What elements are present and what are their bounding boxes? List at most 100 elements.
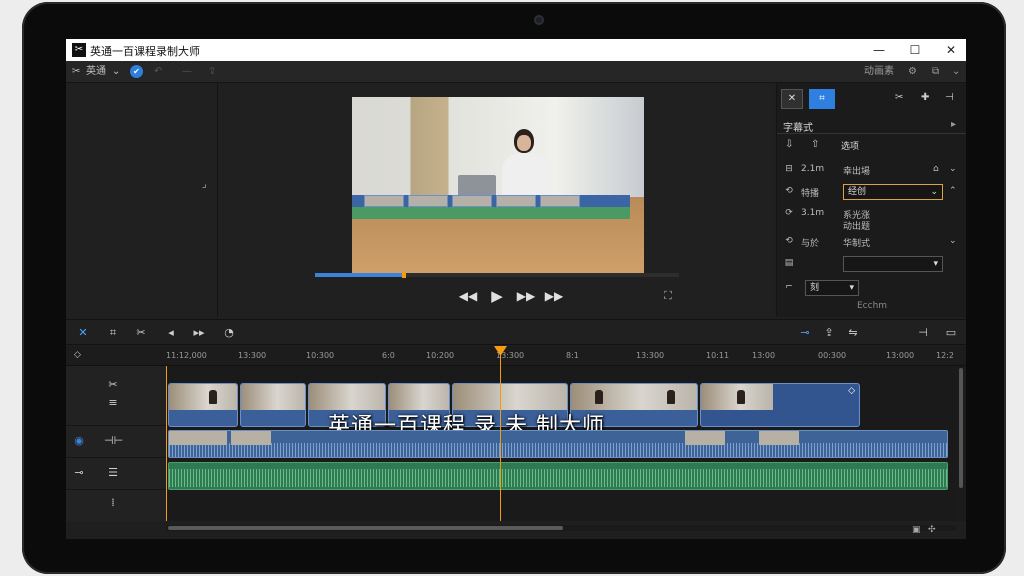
window-title: 英通一百课程录制大师 (90, 45, 200, 58)
title-bar: ✂ 英通一百课程录制大师 — ☐ ✕ (66, 39, 966, 61)
tick-label: 13:00 (752, 351, 776, 360)
close-button[interactable]: ✕ (938, 41, 964, 59)
preview-scrubber[interactable] (315, 272, 679, 278)
track-headers: ✂ ≡ ◉ ⊣⊢ ⊸ ☰ ⁞ (66, 366, 166, 521)
overlay-audio-strip (352, 207, 630, 219)
timeline-playhead[interactable] (500, 351, 501, 521)
play-button[interactable]: ▶ (487, 287, 507, 305)
cut-icon[interactable]: ✂ (104, 378, 122, 391)
tick-label: 13:300 (636, 351, 665, 360)
video-clip[interactable] (240, 383, 306, 427)
export-icon[interactable]: ⇪ (208, 65, 216, 79)
reset-icon[interactable]: ⌂ (933, 164, 939, 174)
settings-icon[interactable]: ⚙ (908, 65, 917, 79)
tab-options[interactable]: 选项 (841, 139, 859, 152)
timer-icon[interactable]: ◔ (218, 324, 240, 342)
tick-label: 10:11 (706, 351, 730, 360)
fullscreen-button[interactable]: ⛶ (658, 289, 678, 303)
sync-icon[interactable]: ✔ (130, 65, 143, 78)
fast-forward-button[interactable]: ▶▶ (516, 289, 536, 303)
music-clip[interactable] (168, 462, 948, 490)
menu-bar: ✂ 英通 ⌄ ✔ ↶ — ⇪ 动画素 ⚙ ⧉ ⌄ (66, 61, 966, 83)
visibility-icon[interactable]: ◉ (70, 434, 88, 447)
select-tool-icon[interactable]: ⌗ (102, 324, 124, 342)
video-clip[interactable] (168, 383, 238, 427)
snap-tool-icon[interactable]: ✂ (130, 324, 152, 342)
scissors-icon[interactable]: ✂ (72, 65, 80, 79)
app-menu[interactable]: 英通 (86, 65, 106, 79)
vertical-scrollbar[interactable] (956, 366, 966, 521)
loop-icon: ⟲ (785, 186, 793, 196)
panel-footer: Ecchm (857, 301, 888, 311)
link-icon[interactable]: ⊸ (794, 324, 816, 342)
layer-dropdown[interactable]: ▾ (843, 256, 943, 272)
presenter-in-frame (502, 129, 548, 199)
media-library-panel: ⌟ (66, 83, 218, 317)
timeline-toolbar: ✕ ⌗ ✂ ◂ ▸▸ ◔ ⊸ ⇪ ⇋ ⊣ ▭ (66, 319, 966, 345)
audio-clip[interactable] (168, 430, 948, 458)
laptop-in-frame (458, 175, 496, 197)
rotate-icon: ⟳ (785, 208, 793, 218)
link-track-icon[interactable]: ⊸ (70, 466, 88, 479)
resize-handle-icon[interactable]: ⌟ (202, 179, 207, 190)
chevron-down-icon[interactable]: ⌄ (112, 65, 120, 79)
add-icon[interactable]: ✚ (921, 92, 929, 103)
tick-label: 11:12,000 (166, 351, 207, 360)
curve-icon: ⌐ (785, 282, 793, 292)
zoom-in-icon[interactable]: ✣ (928, 525, 936, 535)
cut-tool-icon[interactable]: ✕ (781, 89, 803, 109)
tick-label: 13:000 (886, 351, 915, 360)
minimize-button[interactable]: — (866, 41, 892, 59)
video-preview[interactable] (352, 97, 644, 275)
video-clip[interactable]: ◇ (700, 383, 860, 427)
zoom-fit-icon[interactable]: ⊣ (912, 324, 934, 342)
extra-track-header: ⁞ (66, 490, 166, 521)
chevron-up-icon[interactable]: ⌃ (949, 186, 957, 196)
horizontal-scrollbar[interactable] (166, 525, 956, 531)
next-frame-button[interactable]: ▶▶ (544, 289, 564, 303)
marker-diamond-icon[interactable]: ◇ (74, 350, 81, 360)
property-row: ⟲ 与於 华制式 ⌄ (777, 231, 966, 253)
window-toggle-icon[interactable]: ▭ (940, 324, 962, 342)
chevron-down-icon[interactable]: ⌄ (949, 236, 957, 246)
tick-label: 6:0 (382, 351, 395, 360)
undo-icon[interactable]: ↶ (154, 65, 162, 79)
more-chevron-icon[interactable]: ⌄ (952, 65, 960, 79)
split-icon[interactable]: ⊣ (945, 92, 954, 103)
adjust-icon[interactable]: ⇋ (842, 324, 864, 342)
editor-window: ✂ 英通一百课程录制大师 — ☐ ✕ ✂ 英通 ⌄ ✔ ↶ — ⇪ 动画素 ⚙ … (66, 39, 966, 539)
properties-panel: ✕ ⌗ ✂ ✚ ⊣ 字幕式 ▸ ⇩ ⇧ 选项 ⊟ 2.1m 幸出場 ⌂ ⌄ ⟲ … (776, 83, 966, 317)
prev-marker-icon[interactable]: ◂ (160, 324, 182, 342)
grid-tool-icon[interactable]: ⌗ (809, 89, 835, 109)
import-icon[interactable]: ⇩ (785, 139, 793, 150)
zoom-out-icon[interactable]: ▣ (912, 525, 921, 535)
time-ruler[interactable]: ◇ 11:12,000 13:300 10:300 6:0 10:200 13:… (66, 346, 966, 366)
export-clip-icon[interactable]: ⇪ (818, 324, 840, 342)
style-dropdown[interactable]: 经创 ⌄ (843, 184, 943, 200)
duration-icon: ⊟ (785, 164, 793, 174)
tick-label: 13:300 (238, 351, 267, 360)
expand-icon[interactable]: ▸ (951, 119, 956, 130)
list-icon[interactable]: ☰ (104, 466, 122, 479)
timeline-tracks[interactable]: ◇ 英通一百课程 录 未 制大师 (166, 366, 956, 521)
video-track-header: ✂ ≡ (66, 366, 166, 426)
clip-marker-icon[interactable]: ◇ (848, 386, 855, 396)
sliders-icon[interactable]: ≡ (104, 396, 122, 409)
property-row: ⌐ 刻 ▾ (777, 277, 966, 299)
upload-icon[interactable]: ⇧ (811, 139, 819, 150)
add-track-icon[interactable]: ⁞ (104, 496, 122, 509)
maximize-button[interactable]: ☐ (902, 41, 928, 59)
scrubber-progress (315, 273, 404, 277)
preset-label[interactable]: 动画素 (864, 65, 894, 79)
razor-tool-icon[interactable]: ✕ (72, 324, 94, 342)
scrubber-playhead[interactable] (402, 272, 406, 278)
screen-icon[interactable]: ⧉ (932, 65, 939, 79)
rewind-button[interactable]: ◀◀ (458, 289, 478, 303)
next-marker-icon[interactable]: ▸▸ (188, 324, 210, 342)
tick-label: 10:200 (426, 351, 455, 360)
minus-icon[interactable]: — (182, 65, 192, 79)
chevron-down-icon[interactable]: ⌄ (949, 164, 957, 174)
split-track-icon[interactable]: ⊣⊢ (104, 434, 123, 447)
trim-icon[interactable]: ✂ (895, 92, 903, 103)
mark-dropdown[interactable]: 刻 ▾ (805, 280, 859, 296)
